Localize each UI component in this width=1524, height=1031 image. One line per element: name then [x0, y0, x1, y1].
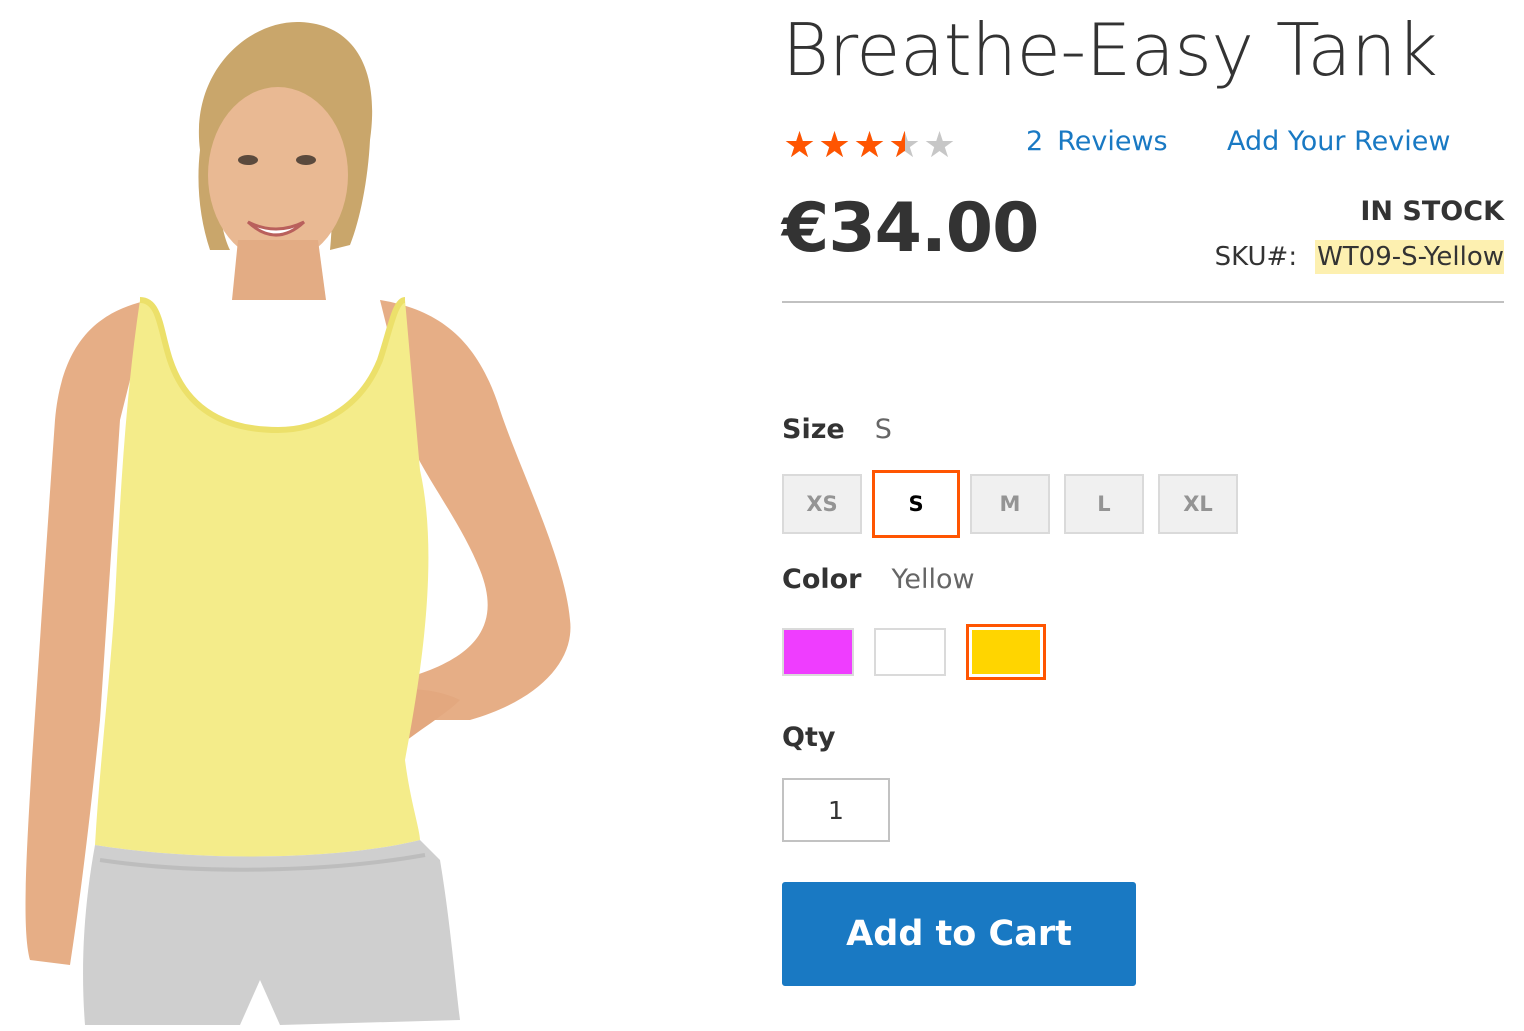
star-icon: ★	[818, 126, 851, 166]
size-swatch-m[interactable]: M	[970, 474, 1050, 534]
color-option-label: Color Yellow	[782, 564, 975, 595]
star-rating: ★★★★★ ★★★★★	[782, 126, 960, 166]
star-icon: ★	[923, 126, 956, 166]
size-selected-value: S	[874, 414, 892, 445]
add-to-cart-button[interactable]: Add to Cart	[782, 882, 1136, 986]
qty-input[interactable]	[782, 778, 890, 842]
product-image[interactable]	[0, 0, 740, 1031]
rating-summary: ★★★★★ ★★★★★ 2Reviews Add Your Review	[782, 124, 1450, 168]
reviews-count: 2	[1026, 126, 1044, 157]
size-swatch-l[interactable]: L	[1064, 474, 1144, 534]
add-review-link[interactable]: Add Your Review	[1227, 126, 1450, 157]
reviews-link[interactable]: 2 Reviews	[1026, 126, 1168, 157]
size-label: Size	[782, 414, 845, 445]
star-icon: ★	[853, 126, 886, 166]
size-swatch-xl[interactable]: XL	[1158, 474, 1238, 534]
size-option-label: Size S	[782, 414, 892, 445]
reviews-label: Reviews	[1057, 126, 1168, 157]
sku-value: WT09-S-Yellow	[1315, 240, 1504, 274]
size-swatch-s[interactable]: S	[872, 470, 960, 538]
color-swatch-yellow[interactable]	[966, 624, 1046, 680]
product-price: €34.00	[782, 189, 1039, 268]
star-icon: ★	[783, 126, 816, 166]
product-title: Breathe-Easy Tank	[782, 8, 1438, 92]
color-selected-value: Yellow	[891, 564, 975, 595]
color-label: Color	[782, 564, 862, 595]
size-swatches: XS S M L XL	[782, 470, 1252, 538]
stock-status: IN STOCK	[1360, 196, 1504, 227]
qty-label: Qty	[782, 722, 836, 753]
star-rating-filled: ★★★★★	[782, 126, 904, 166]
color-swatch-purple[interactable]	[782, 628, 854, 676]
divider	[782, 301, 1504, 303]
color-swatch-white[interactable]	[874, 628, 946, 676]
sku-row: SKU#: WT09-S-Yellow	[1215, 240, 1504, 274]
size-swatch-xs[interactable]: XS	[782, 474, 862, 534]
model-photo	[25, 21, 571, 1025]
product-page: Breathe-Easy Tank ★★★★★ ★★★★★ 2Reviews A…	[0, 0, 1524, 1031]
color-swatches	[782, 624, 1066, 680]
star-icon: ★	[887, 126, 904, 166]
sku-label: SKU#:	[1214, 242, 1298, 272]
